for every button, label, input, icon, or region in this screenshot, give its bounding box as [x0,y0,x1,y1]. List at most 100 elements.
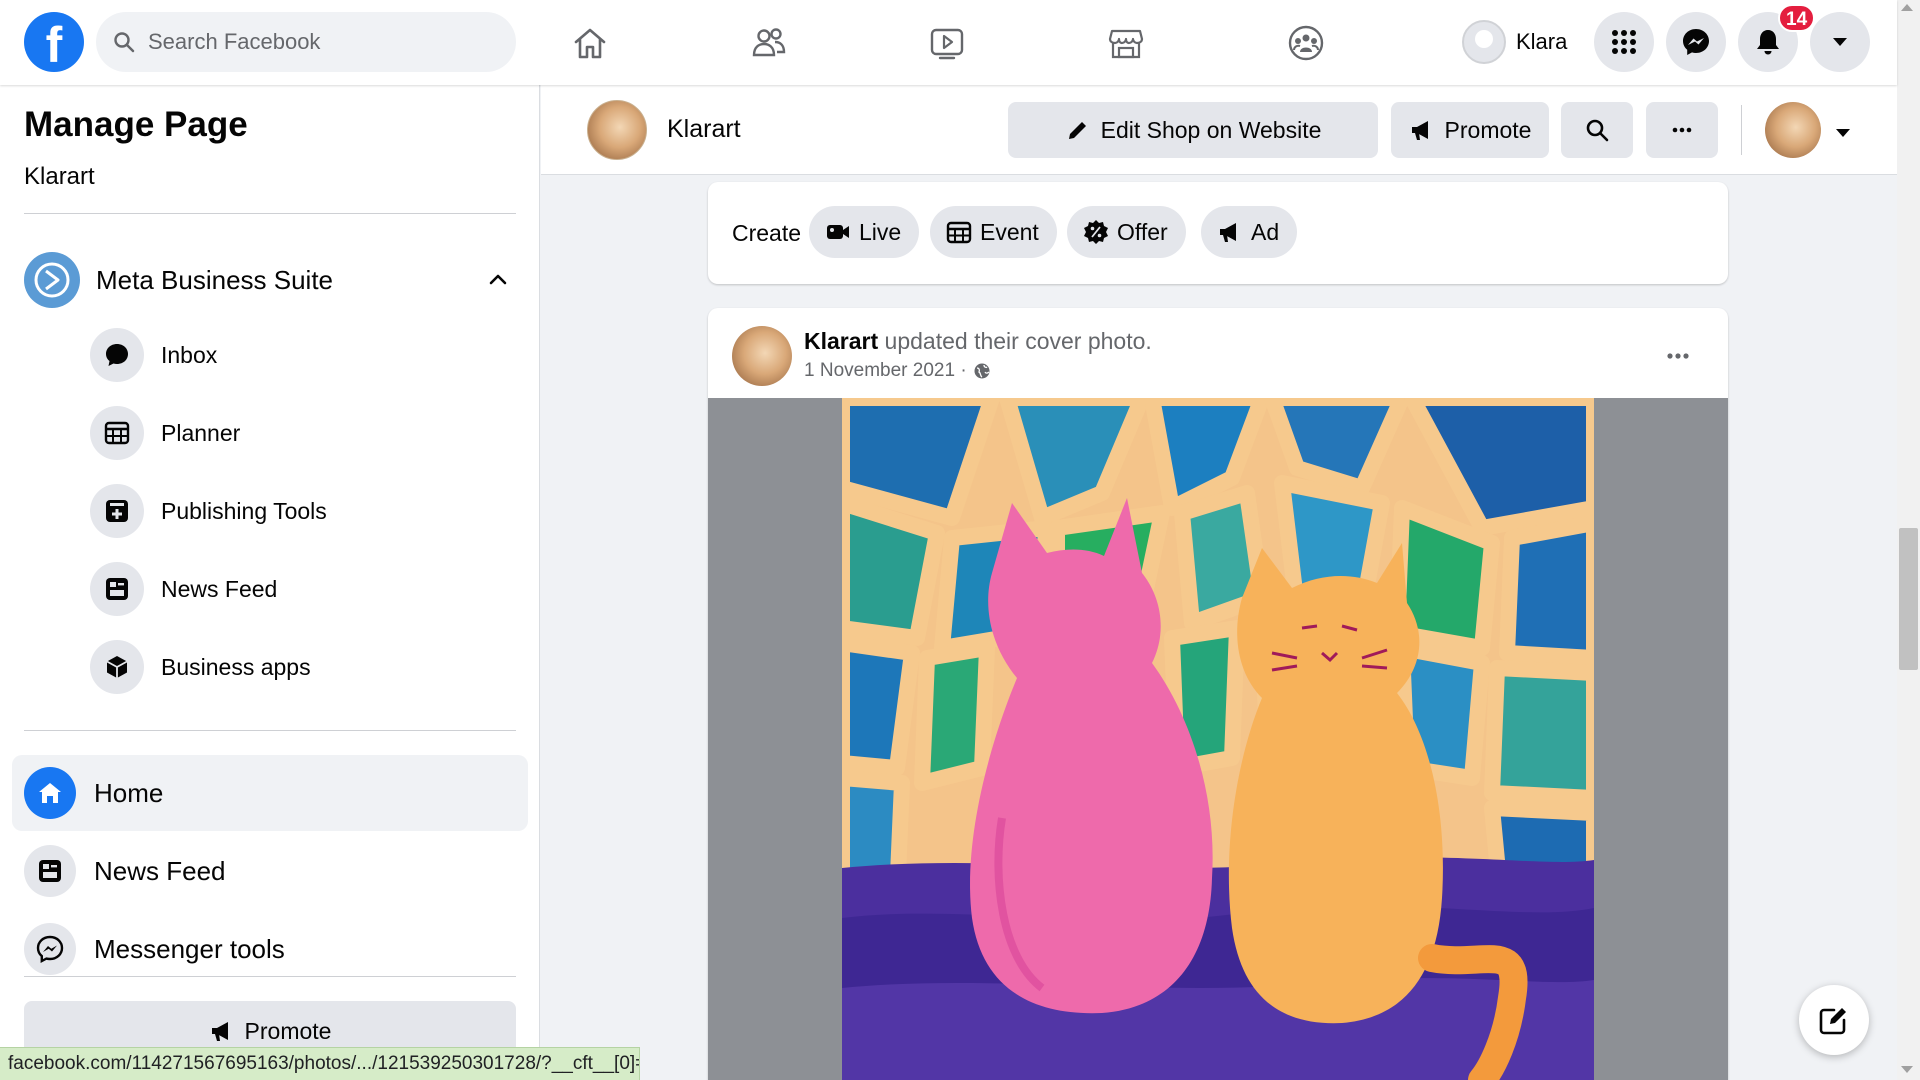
home-icon [574,28,606,59]
chevron-up-icon[interactable] [480,262,516,298]
account-menu-button[interactable] [1810,12,1870,72]
create-ad-button[interactable]: Ad [1201,206,1298,258]
sidebar-divider [24,730,516,731]
sidebar-promote-label: Promote [244,1017,332,1044]
marketplace-icon [1108,29,1144,59]
search-input[interactable] [148,29,488,55]
post-headline: Klarart updated their cover photo. [804,328,1152,355]
caret-down-icon [1833,38,1847,46]
news-feed-icon [90,562,144,616]
sidebar-divider [24,976,516,977]
sidebar-item-publishing-tools[interactable]: Publishing Tools [90,480,510,542]
meta-business-suite-icon [24,252,80,308]
nav-home-button[interactable] [565,18,615,68]
create-option-label: Event [980,218,1039,245]
meta-business-suite-label: Meta Business Suite [96,264,334,295]
menu-button[interactable] [1594,12,1654,72]
page-header-bar: Klarart Edit Shop on Website Promote [541,85,1897,175]
notification-count-badge: 14 [1778,4,1816,32]
news-feed-icon [24,845,76,897]
meta-business-suite-toggle[interactable]: Meta Business Suite [24,245,516,315]
create-event-button[interactable]: Event [930,206,1057,258]
sidebar-divider [24,213,516,214]
scrollbar-thumb[interactable] [1899,528,1918,670]
top-navigation-bar: f Klara 14 [0,0,1897,85]
scroll-up-arrow[interactable] [1901,4,1913,11]
profile-shortcut[interactable]: Klara [1456,16,1577,68]
create-option-label: Live [859,218,902,245]
search-icon [114,32,135,53]
megaphone-icon [211,1022,228,1041]
megaphone-icon [1411,121,1428,140]
caret-down-icon[interactable] [1831,120,1855,144]
post-date[interactable]: 1 November 2021 · [804,360,967,382]
create-offer-button[interactable]: Offer [1067,206,1186,258]
sidebar-item-label: Business apps [161,653,311,680]
post-author-avatar[interactable] [732,326,792,386]
post-card: Klarart updated their cover photo. 1 Nov… [708,308,1728,1080]
globe-icon[interactable] [973,362,991,380]
calendar-grid-icon [90,406,144,460]
search-icon [1586,119,1609,142]
post-action-text: updated their cover photo. [884,328,1152,354]
cover-photo[interactable] [842,398,1594,1080]
page-more-button[interactable] [1646,102,1718,158]
create-option-label: Offer [1117,218,1168,245]
sidebar-item-label: Planner [161,419,241,446]
switch-profile-avatar[interactable] [1765,102,1821,158]
user-avatar [1462,20,1506,64]
more-icon [1672,127,1692,133]
sidebar-item-news-feed[interactable]: News Feed [90,558,510,620]
page-avatar[interactable] [587,100,647,160]
sidebar-item-home[interactable]: Home [12,755,528,831]
sidebar-title: Manage Page [24,105,248,144]
sidebar-item-label: Publishing Tools [161,497,327,524]
create-live-button[interactable]: Live [809,206,920,258]
sidebar-item-label: Messenger tools [94,933,285,964]
cube-icon [90,640,144,694]
video-camera-icon [827,225,849,239]
chat-bubble-icon [90,328,144,382]
sidebar-item-inbox[interactable]: Inbox [90,324,510,386]
pencil-icon [1068,122,1086,139]
create-option-label: Ad [1251,218,1280,245]
sidebar-item-planner[interactable]: Planner [90,402,510,464]
messenger-icon [24,923,76,975]
sidebar-item-label: News Feed [161,575,278,602]
more-icon [1667,353,1689,359]
sidebar-item-label: Home [94,777,164,808]
home-icon [24,767,76,819]
nav-groups-button[interactable] [1281,18,1331,68]
page-header-name[interactable]: Klarart [667,115,741,144]
new-message-button[interactable] [1799,985,1869,1055]
edit-shop-label: Edit Shop on Website [1100,116,1322,143]
search-box[interactable] [96,12,516,72]
nav-friends-button[interactable] [744,18,794,68]
messenger-button[interactable] [1666,12,1726,72]
promote-button[interactable]: Promote [1391,102,1549,158]
post-options-button[interactable] [1656,334,1700,378]
friends-icon [752,28,786,57]
publishing-tools-icon [90,484,144,538]
scroll-down-arrow[interactable] [1901,1066,1913,1073]
edit-shop-button[interactable]: Edit Shop on Website [1008,102,1378,158]
page-search-button[interactable] [1561,102,1633,158]
nav-watch-button[interactable] [922,18,972,68]
promote-label: Promote [1444,116,1532,143]
sidebar-item-business-apps[interactable]: Business apps [90,636,510,698]
nav-marketplace-button[interactable] [1101,18,1151,68]
bell-icon [1757,30,1779,55]
messenger-icon [1683,29,1709,55]
post-author-name[interactable]: Klarart [804,328,878,354]
grid-menu-icon [1612,30,1636,54]
groups-icon [1288,25,1324,61]
facebook-logo[interactable]: f [24,12,84,72]
create-post-card: Create Live Event Offer Ad [708,182,1728,284]
cats-painting [842,398,1594,1080]
create-label: Create [732,220,802,246]
watch-icon [930,28,964,60]
sidebar-item-news-feed-main[interactable]: News Feed [12,833,528,909]
offer-badge-icon [1084,220,1108,244]
megaphone-icon [1220,223,1236,242]
user-name: Klara [1516,29,1568,54]
